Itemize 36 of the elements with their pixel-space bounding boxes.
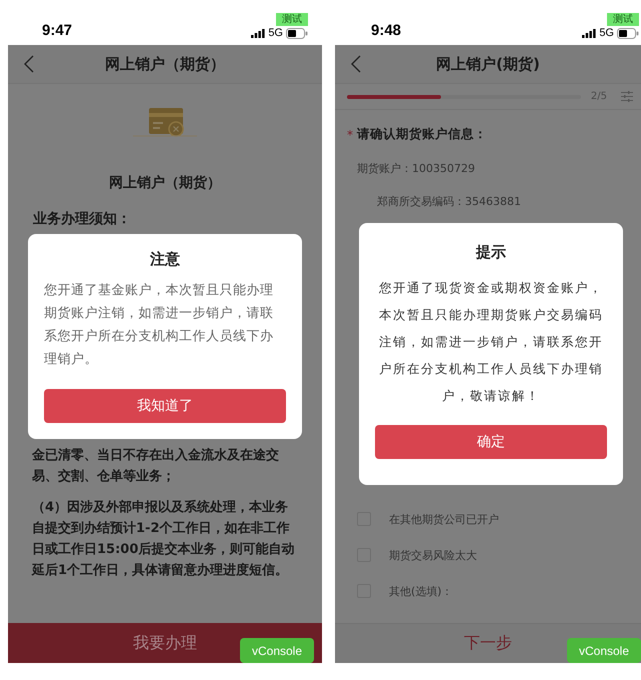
account-info-text: 郑商所交易编码：35463881	[377, 194, 522, 209]
sliders-icon[interactable]	[621, 91, 633, 102]
back-icon[interactable]	[24, 55, 34, 73]
signal-icon	[251, 28, 266, 38]
option-label: 其他(选填)：	[389, 584, 453, 598]
status-time: 9:48	[371, 22, 402, 39]
dialog-title: 注意	[150, 250, 180, 269]
back-icon[interactable]	[351, 55, 361, 73]
dialog-title: 提示	[476, 243, 506, 262]
notice-heading: 业务办理须知：	[33, 210, 131, 228]
vconsole-button[interactable]: vConsole	[240, 638, 314, 663]
next-step-button[interactable]: 下一步	[464, 633, 512, 654]
required-mark: *	[347, 128, 353, 142]
nav-title: 网上销户(期货)	[436, 54, 540, 74]
section-heading: 请确认期货账户信息：	[357, 126, 487, 143]
nav-title: 网上销户（期货）	[105, 54, 225, 74]
page-title: 网上销户（期货）	[109, 174, 221, 192]
signal-icon	[582, 28, 596, 38]
battery-icon	[286, 28, 308, 38]
confirm-button[interactable]: 确定	[375, 425, 607, 459]
dialog-message: 您开通了现货资金或期权资金账户，本次暂且只能办理期货账户交易编码注销，如需进一步销户，请联系您开户所在分支机构工作人员线下办理销户，敬请谅解！	[378, 279, 604, 405]
notice-paragraph: 金已清零、当日不存在出入金流水及在途交易、交割、仓单等业务；	[32, 446, 280, 486]
dialog-message: 您开通了基金账户，本次暂且只能办理期货账户注销，如需进一步销户，请联系您开户所在分支机构工作人员线下办理销户。	[44, 282, 274, 369]
test-badge: 测试	[607, 13, 639, 26]
vconsole-button[interactable]: vConsole	[567, 638, 641, 663]
account-info-text: 期货账户：100350729	[357, 161, 476, 176]
option-label: 期货交易风险太大	[389, 548, 477, 562]
option-label: 在其他期货公司已开户	[389, 512, 499, 526]
network-label: 5G	[599, 27, 614, 39]
network-label: 5G	[268, 27, 283, 39]
notice-paragraph: （4）因涉及外部申报以及系统处理，本业务自提交到办结预计1-2个工作日，如在非工作日或工作日15:00后提交本业务，则可能自动延后1个工作日，具体请留意办理进度短信。	[32, 498, 296, 580]
status-time: 9:47	[42, 22, 72, 39]
battery-icon	[617, 28, 639, 38]
confirm-button[interactable]: 我知道了	[44, 389, 286, 423]
apply-button[interactable]: 我要办理	[133, 632, 197, 654]
test-badge: 测试	[276, 13, 308, 26]
